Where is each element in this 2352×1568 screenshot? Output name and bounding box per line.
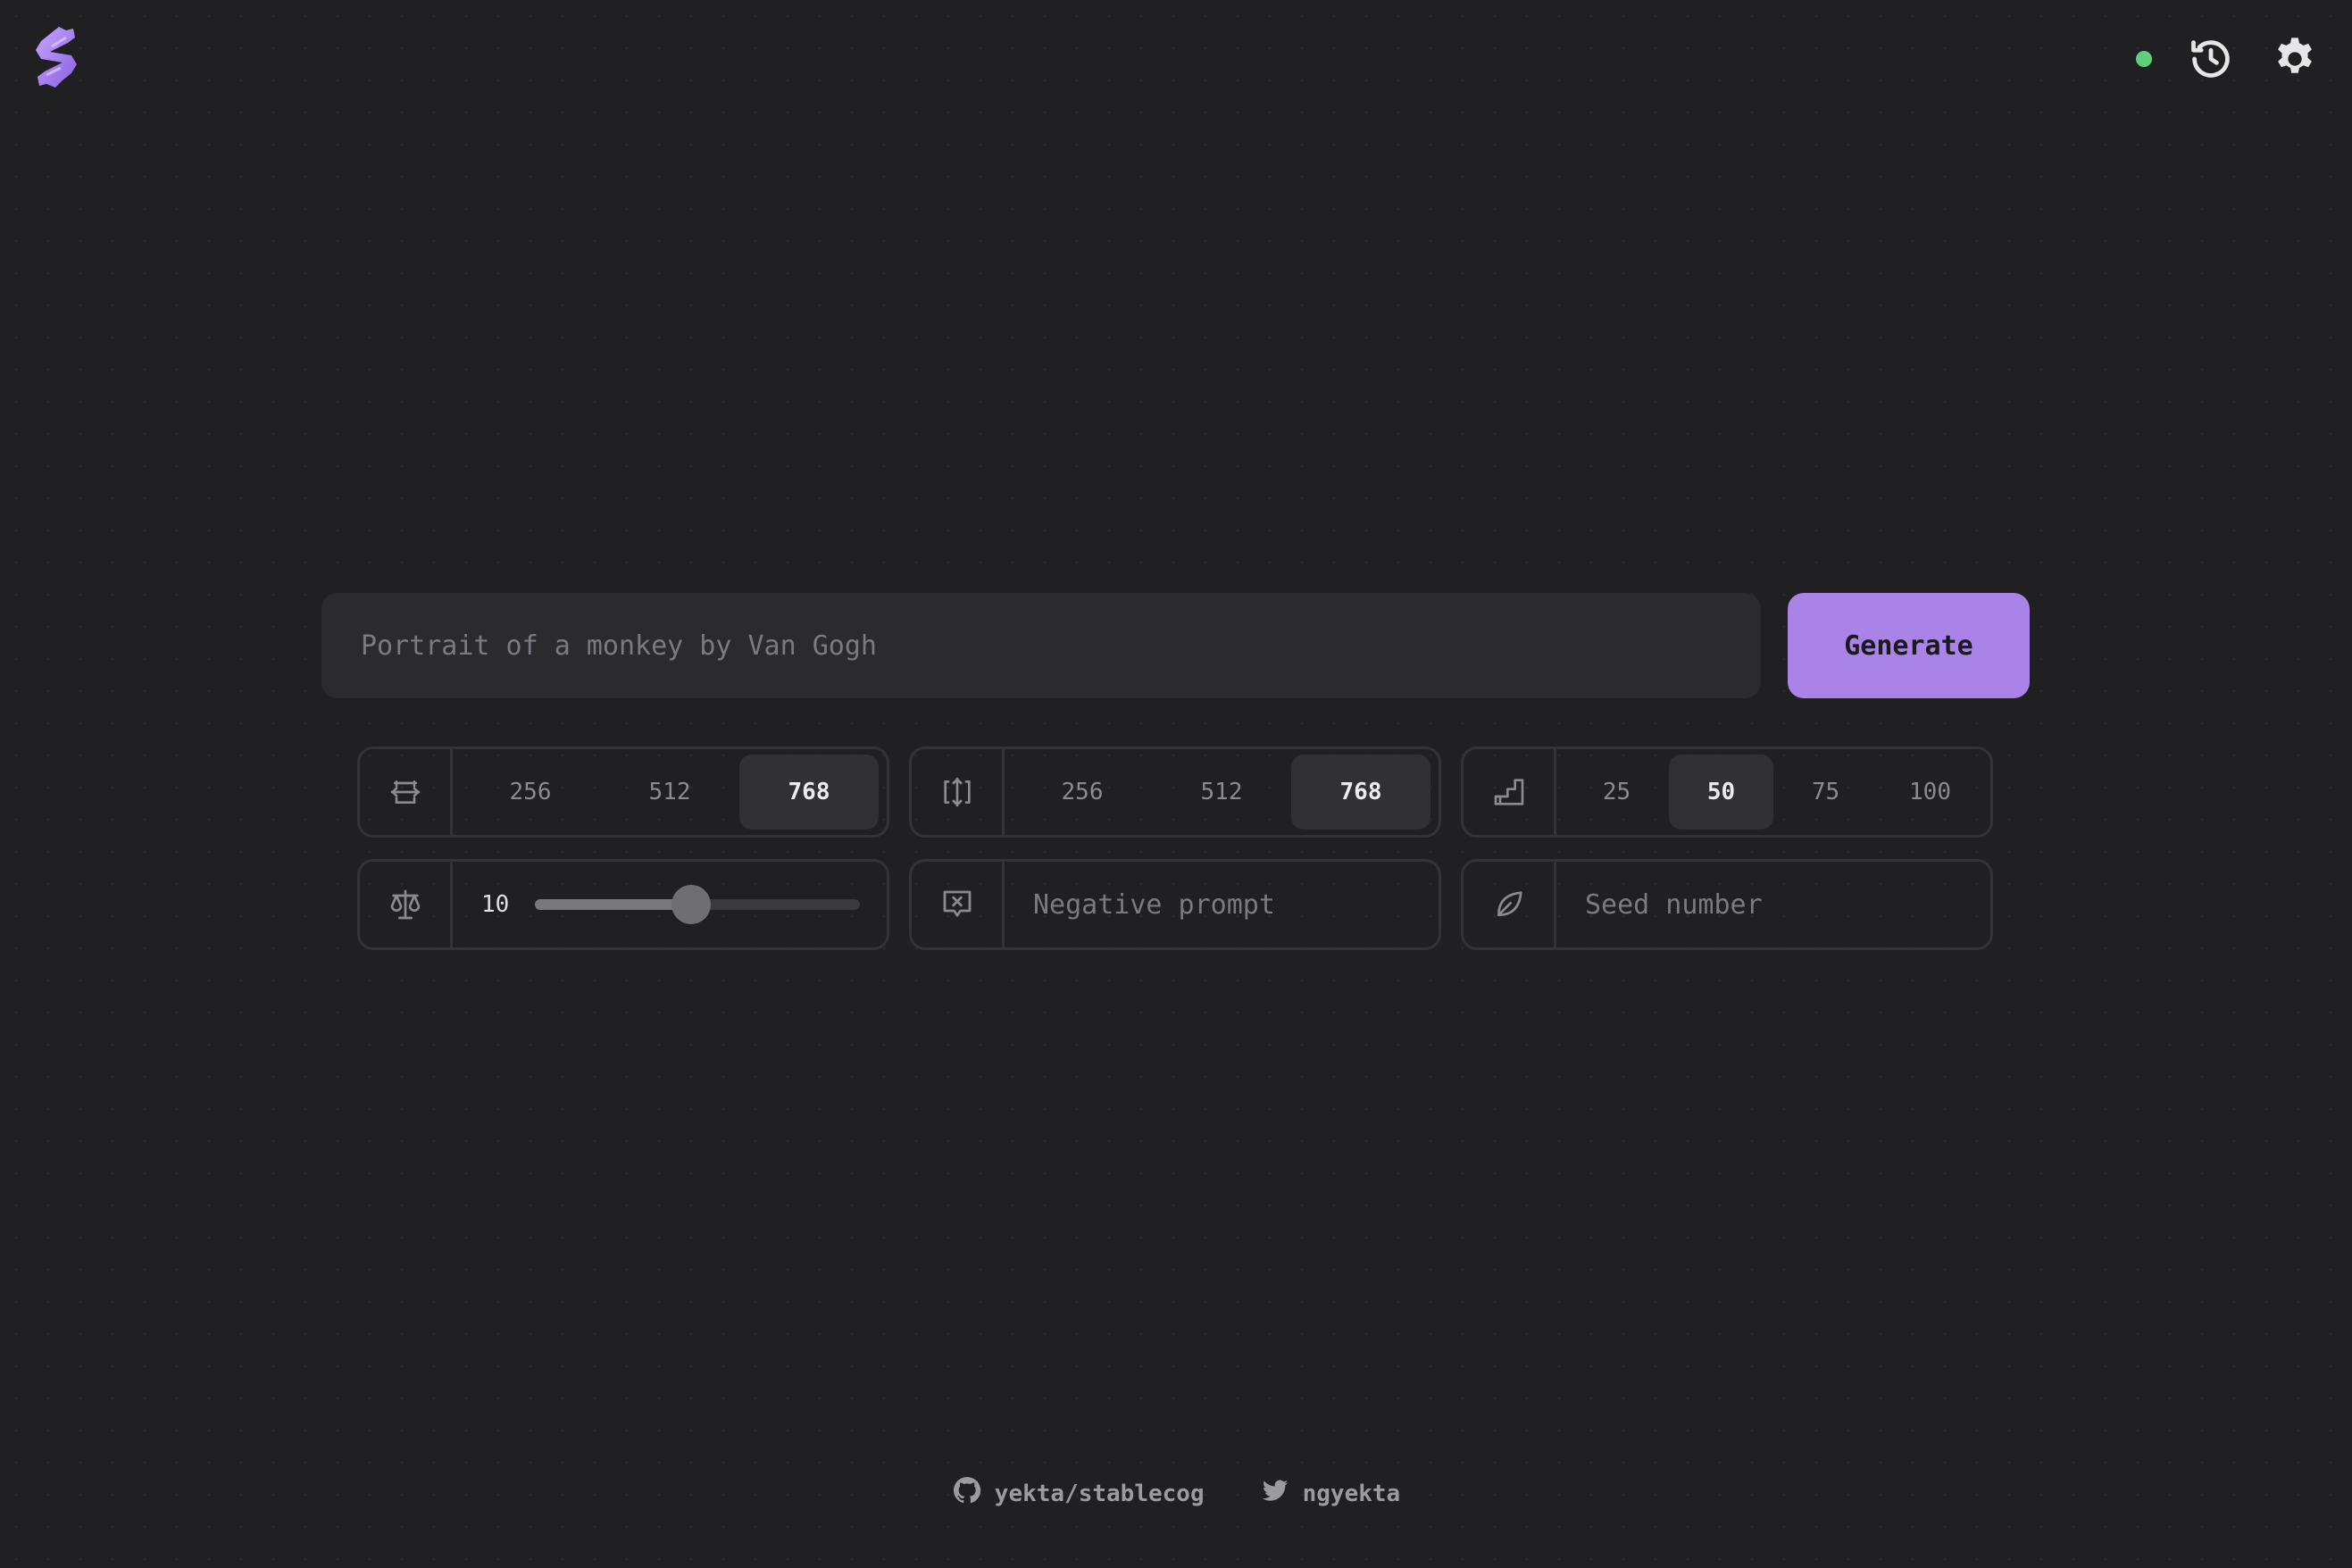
height-arrows-icon	[912, 749, 1005, 835]
height-option-768[interactable]: 768	[1291, 755, 1430, 830]
seed-input[interactable]	[1556, 862, 1990, 947]
scale-icon	[360, 862, 453, 947]
seed-leaf-icon	[1464, 862, 1556, 947]
generate-button[interactable]: Generate	[1788, 593, 2030, 698]
negative-prompt-input[interactable]	[1005, 862, 1439, 947]
steps-setting: 25 50 75 100	[1461, 746, 1993, 838]
steps-option-50[interactable]: 50	[1669, 755, 1773, 830]
stablecog-logo-icon[interactable]	[32, 25, 80, 89]
height-option-256[interactable]: 256	[1013, 755, 1152, 830]
prompt-input[interactable]	[321, 593, 1761, 698]
width-arrows-icon	[360, 749, 453, 835]
twitter-label: ngyekta	[1302, 1480, 1401, 1507]
steps-option-100[interactable]: 100	[1878, 755, 1982, 830]
prompt-bar: Generate	[321, 593, 2030, 698]
header-actions	[2136, 32, 2320, 86]
app-root: Generate 256 512 768	[0, 0, 2352, 1568]
twitter-link[interactable]: ngyekta	[1260, 1475, 1401, 1512]
negative-prompt-setting	[909, 859, 1441, 950]
guidance-slider-thumb[interactable]	[671, 885, 711, 924]
guidance-slider-fill	[535, 899, 691, 910]
generation-settings: 256 512 768 256 512 768 25 50 75 100 10 …	[357, 746, 1993, 950]
github-link[interactable]: yekta/stablecog	[952, 1475, 1205, 1512]
negative-prompt-icon	[912, 862, 1005, 947]
guidance-value: 10	[481, 891, 510, 918]
width-option-256[interactable]: 256	[461, 755, 600, 830]
guidance-scale-setting: 10	[357, 859, 889, 950]
guidance-slider-wrap: 10	[453, 862, 887, 947]
width-option-512[interactable]: 512	[600, 755, 739, 830]
server-status-indicator	[2136, 51, 2152, 67]
guidance-slider-track[interactable]	[535, 885, 860, 924]
footer: yekta/stablecog ngyekta	[0, 1475, 2352, 1512]
history-icon[interactable]	[2186, 34, 2236, 84]
github-icon	[952, 1475, 982, 1512]
width-option-768[interactable]: 768	[739, 755, 879, 830]
width-options: 256 512 768	[453, 749, 887, 835]
height-options: 256 512 768	[1005, 749, 1439, 835]
gear-icon[interactable]	[2270, 34, 2320, 84]
seed-setting	[1461, 859, 1993, 950]
steps-icon	[1464, 749, 1556, 835]
twitter-icon	[1260, 1475, 1290, 1512]
steps-options: 25 50 75 100	[1556, 749, 1990, 835]
height-option-512[interactable]: 512	[1152, 755, 1291, 830]
steps-option-75[interactable]: 75	[1773, 755, 1878, 830]
height-setting: 256 512 768	[909, 746, 1441, 838]
github-label: yekta/stablecog	[994, 1480, 1205, 1507]
width-setting: 256 512 768	[357, 746, 889, 838]
steps-option-25[interactable]: 25	[1564, 755, 1669, 830]
